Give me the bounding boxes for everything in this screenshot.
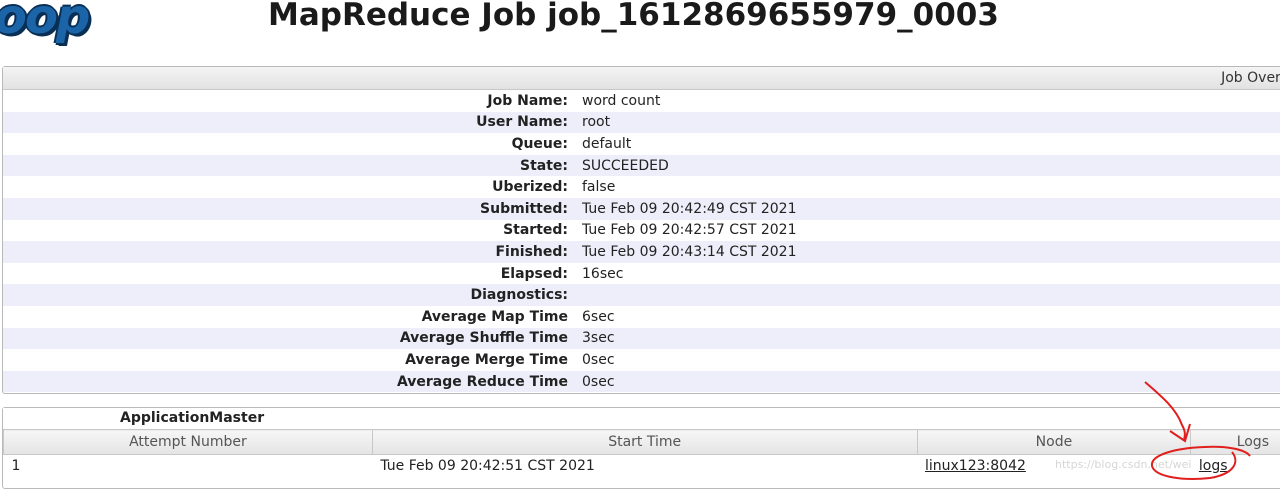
row-value: word count xyxy=(582,90,1280,112)
row-label: Average Reduce Time xyxy=(3,371,582,393)
row-label: Queue: xyxy=(3,133,582,155)
column-header-start-time[interactable]: Start Time xyxy=(372,430,917,455)
overview-row-diagnostics: Diagnostics: xyxy=(3,284,1280,306)
row-value: 0sec xyxy=(582,371,1280,393)
overview-row-state: State:SUCCEEDED xyxy=(3,155,1280,177)
start-time-cell: Tue Feb 09 20:42:51 CST 2021 xyxy=(372,455,917,478)
job-overview-panel: Job Overvi Job Name:word count User Name… xyxy=(2,66,1280,394)
node-link[interactable]: linux123:8042 xyxy=(925,458,1026,474)
column-header-attempt-number[interactable]: Attempt Number xyxy=(4,430,373,455)
row-value: 3sec xyxy=(582,328,1280,350)
page-title: MapReduce Job job_1612869655979_0003 xyxy=(268,0,999,38)
row-value: root xyxy=(582,112,1280,134)
row-label: Finished: xyxy=(3,241,582,263)
overview-row-uberized: Uberized:false xyxy=(3,176,1280,198)
row-label: Submitted: xyxy=(3,198,582,220)
column-header-node[interactable]: Node xyxy=(917,430,1191,455)
row-label: Diagnostics: xyxy=(3,284,582,306)
row-label: Uberized: xyxy=(3,176,582,198)
row-label: Average Shuffle Time xyxy=(3,328,582,350)
application-master-panel: ApplicationMaster Attempt Number Start T… xyxy=(2,407,1280,489)
row-label: User Name: xyxy=(3,112,582,134)
row-value: Tue Feb 09 20:42:49 CST 2021 xyxy=(582,198,1280,220)
row-value: SUCCEEDED xyxy=(582,155,1280,177)
row-value: 0sec xyxy=(582,349,1280,371)
row-value: 6sec xyxy=(582,306,1280,328)
overview-row-submitted: Submitted:Tue Feb 09 20:42:49 CST 2021 xyxy=(3,198,1280,220)
overview-row-finished: Finished:Tue Feb 09 20:43:14 CST 2021 xyxy=(3,241,1280,263)
row-value xyxy=(582,284,1280,306)
overview-row-queue: Queue:default xyxy=(3,133,1280,155)
overview-row-avg-reduce-time: Average Reduce Time0sec xyxy=(3,371,1280,393)
job-overview-table: Job Name:word count User Name:root Queue… xyxy=(3,90,1280,392)
watermark: https://blog.csdn.net/wei xyxy=(1055,458,1192,471)
overview-row-job-name: Job Name:word count xyxy=(3,90,1280,112)
job-overview-header[interactable]: Job Overvi xyxy=(3,67,1280,90)
application-master-title: ApplicationMaster xyxy=(3,408,1280,429)
row-value: 16sec xyxy=(582,263,1280,285)
row-label: State: xyxy=(3,155,582,177)
row-label: Elapsed: xyxy=(3,263,582,285)
column-header-logs[interactable]: Logs xyxy=(1191,430,1280,455)
logs-link[interactable]: logs xyxy=(1199,458,1228,474)
row-value: Tue Feb 09 20:43:14 CST 2021 xyxy=(582,241,1280,263)
row-label: Started: xyxy=(3,220,582,242)
overview-row-user-name: User Name:root xyxy=(3,112,1280,134)
hadoop-logo[interactable]: oop xyxy=(0,0,124,42)
overview-row-avg-map-time: Average Map Time6sec xyxy=(3,306,1280,328)
table-header-row: Attempt Number Start Time Node Logs xyxy=(4,430,1280,455)
overview-row-elapsed: Elapsed:16sec xyxy=(3,263,1280,285)
row-label: Average Merge Time xyxy=(3,349,582,371)
row-label: Average Map Time xyxy=(3,306,582,328)
attempt-number-cell: 1 xyxy=(4,455,373,478)
row-value: false xyxy=(582,176,1280,198)
overview-row-started: Started:Tue Feb 09 20:42:57 CST 2021 xyxy=(3,220,1280,242)
row-value: default xyxy=(582,133,1280,155)
row-value: Tue Feb 09 20:42:57 CST 2021 xyxy=(582,220,1280,242)
overview-row-avg-shuffle-time: Average Shuffle Time3sec xyxy=(3,328,1280,350)
overview-row-avg-merge-time: Average Merge Time0sec xyxy=(3,349,1280,371)
logs-cell: logs xyxy=(1191,455,1280,478)
row-label: Job Name: xyxy=(3,90,582,112)
